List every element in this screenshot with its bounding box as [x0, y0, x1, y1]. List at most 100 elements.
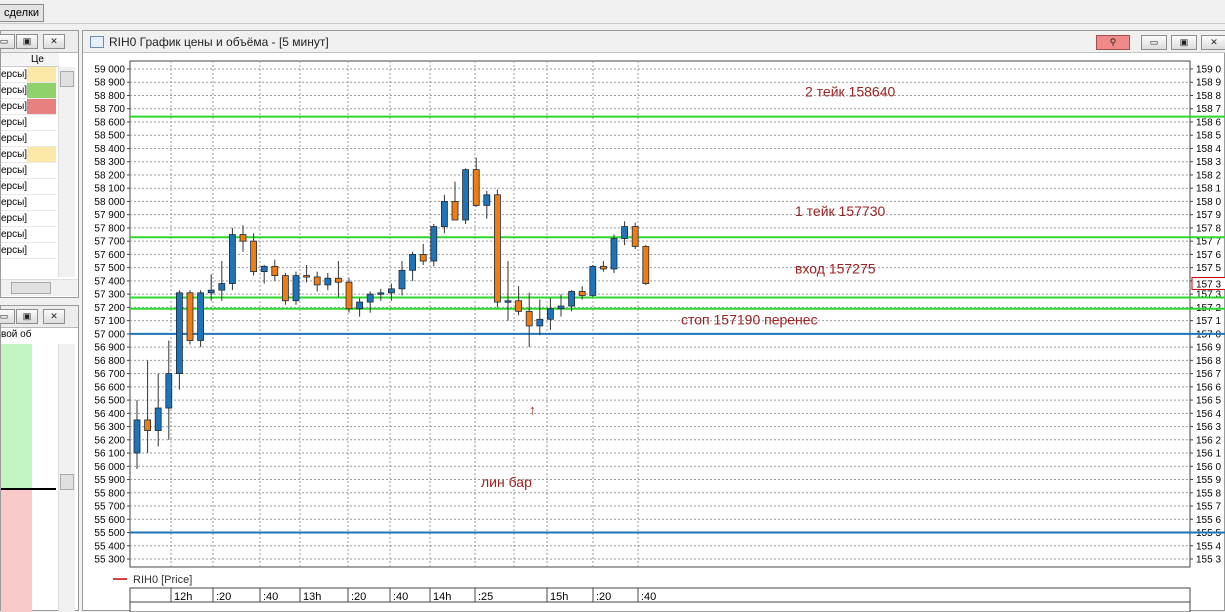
candle-body[interactable] — [133, 419, 141, 454]
candle-body[interactable] — [515, 300, 523, 312]
candle-body[interactable] — [387, 288, 395, 294]
list-item[interactable]: ерсы] — [1, 211, 57, 227]
candle-body[interactable] — [154, 407, 162, 431]
candle-body[interactable] — [313, 276, 321, 286]
candle-body[interactable] — [165, 373, 173, 409]
close-button[interactable]: ✕ — [43, 309, 65, 324]
candle-body[interactable] — [176, 292, 183, 374]
candle-body[interactable] — [451, 201, 459, 221]
price-chart[interactable]: 59 000 159 0 58 900 158 9 58 800 158 8 58 700 1… — [83, 31, 1225, 612]
y-tick-label-right: 157 8 — [1196, 223, 1221, 234]
x-tick-label: :20 — [351, 591, 366, 603]
y-tick-label-right: 155 5 — [1196, 528, 1221, 539]
candle-body[interactable] — [525, 310, 533, 327]
candle-body[interactable] — [440, 201, 448, 227]
candle-body[interactable] — [250, 240, 258, 273]
candle-body[interactable] — [483, 194, 491, 206]
candle-body[interactable] — [345, 281, 353, 310]
y-tick-label-left: 59 000 — [94, 65, 125, 76]
candle-body[interactable] — [197, 292, 204, 341]
maximize-button[interactable]: ▣ — [16, 34, 38, 49]
candle-body[interactable] — [409, 254, 417, 271]
candle-body[interactable] — [334, 277, 342, 283]
candle-body[interactable] — [281, 275, 289, 302]
candle-body[interactable] — [366, 293, 374, 303]
candle-body[interactable] — [260, 265, 268, 273]
list-item[interactable]: ерсы] — [1, 227, 57, 243]
y-tick-label-left: 55 800 — [94, 488, 125, 499]
candle-body[interactable] — [303, 275, 311, 278]
candle-body[interactable] — [589, 265, 597, 296]
y-tick-label-right: 156 2 — [1196, 435, 1221, 446]
candle-body[interactable] — [462, 169, 470, 221]
scrollbar-vertical[interactable] — [58, 67, 75, 277]
candle-body[interactable] — [186, 292, 194, 341]
minimize-button[interactable]: ▭ — [0, 34, 15, 49]
candle-body[interactable] — [207, 289, 215, 294]
annotation-lin-bar: лин бар — [481, 474, 532, 490]
minimize-button[interactable]: ▭ — [0, 309, 15, 324]
candle-body[interactable] — [642, 246, 650, 284]
candle-body[interactable] — [568, 291, 576, 307]
candle-body[interactable] — [621, 226, 628, 239]
volume-bar-buy — [1, 344, 32, 489]
list-item[interactable]: ерсы] — [1, 99, 57, 115]
left-panel-bottom: ▭ ▣ ✕ вой об — [0, 305, 79, 612]
close-button[interactable]: ✕ — [43, 34, 65, 49]
candle-body[interactable] — [228, 234, 236, 284]
list-item[interactable]: ерсы] — [1, 147, 57, 163]
candle-body[interactable] — [398, 269, 406, 290]
y-tick-label-right: 155 7 — [1196, 502, 1221, 513]
list-item[interactable]: ерсы] — [1, 179, 57, 195]
scrollbar-thumb[interactable] — [60, 474, 74, 490]
candle-body[interactable] — [356, 301, 364, 310]
candle-body[interactable] — [239, 234, 247, 242]
tab-deals[interactable]: сделки — [0, 4, 45, 22]
candle-body[interactable] — [631, 226, 639, 247]
list-item[interactable]: ерсы] — [1, 83, 57, 99]
candle-body[interactable] — [493, 194, 501, 303]
list-item[interactable]: ерсы] — [1, 131, 57, 147]
candle-body[interactable] — [536, 318, 544, 327]
scrollbar-thumb[interactable] — [11, 282, 51, 294]
candle-body[interactable] — [546, 308, 554, 320]
y-tick-label-right: 156 5 — [1196, 396, 1221, 407]
left-panel-top-list: ерсы] ерсы] ерсы] ерсы] ерсы] ерсы] ерсы] ерсы]… — [1, 67, 58, 277]
y-tick-label-left: 56 600 — [94, 382, 125, 393]
candle-body[interactable] — [557, 305, 565, 310]
left-panel-top: ▭ ▣ ✕ Це ерсы] ерсы] ерсы] ерсы] ерсы] ерсы] е… — [0, 30, 79, 298]
y-tick-label-left: 58 200 — [94, 170, 125, 181]
y-tick-label-right: 157 1 — [1196, 316, 1221, 327]
list-item[interactable]: ерсы] — [1, 67, 57, 83]
list-item[interactable]: ерсы] — [1, 195, 57, 211]
candle-body[interactable] — [144, 419, 151, 431]
y-tick-label-right: 158 6 — [1196, 117, 1221, 128]
maximize-button[interactable]: ▣ — [16, 309, 38, 324]
list-item-label: ерсы] — [1, 133, 28, 144]
candle-body[interactable] — [419, 254, 427, 262]
candle-body[interactable] — [578, 291, 586, 296]
candle-body[interactable] — [610, 238, 618, 270]
scrollbar-vertical[interactable] — [58, 344, 75, 612]
list-item[interactable]: ерсы] — [1, 115, 57, 131]
candle-body[interactable] — [271, 265, 279, 276]
candle-body[interactable] — [600, 265, 607, 270]
scrollbar-horizontal[interactable] — [1, 279, 78, 296]
candle-body[interactable] — [430, 226, 438, 262]
scrollbar-thumb[interactable] — [60, 71, 74, 87]
y-tick-label-right: 155 6 — [1196, 515, 1221, 526]
candle-body[interactable] — [472, 169, 480, 206]
color-cell — [27, 99, 56, 114]
candle-body[interactable] — [504, 300, 512, 303]
candle-body[interactable] — [292, 275, 300, 302]
y-tick-label-right: 158 5 — [1196, 131, 1221, 142]
y-tick-label-left: 56 800 — [94, 356, 125, 367]
list-item[interactable]: ерсы] — [1, 243, 57, 259]
y-tick-label-right: 158 2 — [1196, 170, 1221, 181]
list-item[interactable]: ерсы] — [1, 163, 57, 179]
candle-body[interactable] — [377, 292, 385, 295]
y-tick-label-left: 58 300 — [94, 157, 125, 168]
candle-body[interactable] — [218, 283, 226, 291]
candle-body[interactable] — [324, 277, 332, 286]
y-tick-label-right: 156 1 — [1196, 449, 1221, 460]
